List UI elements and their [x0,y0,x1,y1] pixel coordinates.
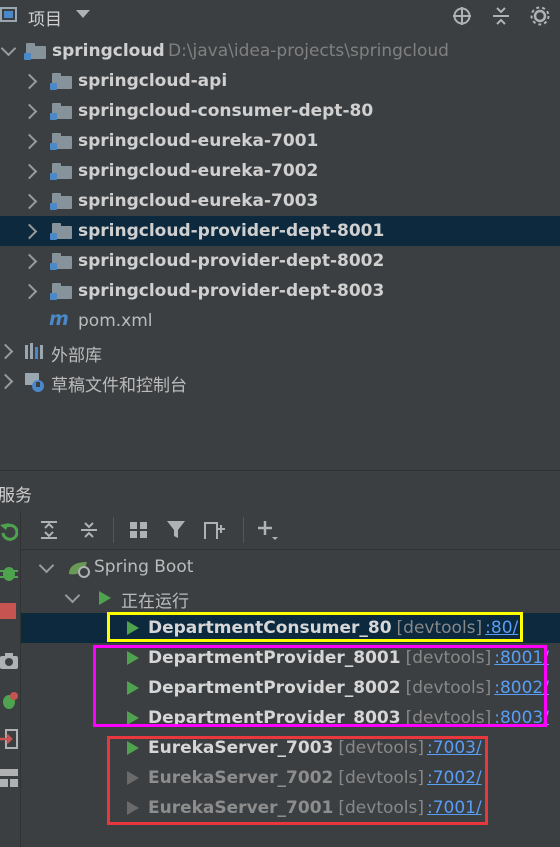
tree-external-libraries[interactable]: 外部库 [0,336,560,366]
spring-boot-node[interactable]: Spring Boot [21,553,560,583]
module-folder-icon [24,43,46,60]
toolbar-separator [113,517,114,543]
chevron-right-icon[interactable] [0,373,14,390]
spring-boot-icon [67,560,91,578]
tree-file-pom[interactable]: m pom.xml [0,306,560,336]
tree-module-selected[interactable]: springcloud-provider-dept-8001 [0,216,560,246]
module-folder-icon [50,73,72,90]
services-title: 服务 [0,486,32,506]
project-header: 项目 [0,0,560,32]
chevron-right-icon[interactable] [21,283,38,300]
module-label: springcloud-eureka-7001 [78,131,319,151]
tree-module[interactable]: springcloud-provider-dept-8003 [0,276,560,306]
tree-root-springcloud[interactable]: springcloud D:\java\idea-projects\spring… [0,36,560,66]
provider-highlight-box [93,645,547,727]
tree-scratches[interactable]: 草稿文件和控制台 [0,366,560,396]
tree-module[interactable]: springcloud-provider-dept-8002 [0,246,560,276]
file-label: pom.xml [78,311,153,331]
library-label: 外部库 [51,346,102,366]
attach-icon[interactable] [0,729,18,749]
chevron-right-icon[interactable] [21,163,38,180]
module-folder-icon [50,223,72,240]
run-icon [99,591,111,605]
module-label: springcloud-consumer-dept-80 [78,101,374,121]
module-folder-icon [50,163,72,180]
scratches-label: 草稿文件和控制台 [51,376,187,396]
scratches-icon [24,371,46,393]
gear-icon[interactable] [530,6,550,26]
module-label: springcloud-provider-dept-8001 [78,221,385,241]
chevron-right-icon[interactable] [21,133,38,150]
module-label: springcloud-provider-dept-8003 [78,281,385,301]
new-tab-icon[interactable] [203,519,227,541]
add-service-icon[interactable] [257,519,279,541]
root-name: springcloud [52,41,165,61]
tree-module[interactable]: springcloud-eureka-7001 [0,126,560,156]
services-tree-panel: Spring Boot 正在运行 DepartmentConsumer_80 [d… [21,511,560,847]
group-by-icon[interactable] [129,520,149,540]
chevron-down-icon[interactable] [76,10,90,18]
stop-icon[interactable] [0,603,16,619]
eureka-highlight-box [107,736,488,825]
chevron-right-icon[interactable] [21,223,38,240]
module-folder-icon [50,193,72,210]
running-node[interactable]: 正在运行 [21,583,560,613]
tree-module[interactable]: springcloud-eureka-7002 [0,156,560,186]
module-label: springcloud-api [78,71,228,91]
library-icon [24,343,44,359]
project-title[interactable]: 项目 [28,5,62,30]
maven-icon: m [49,308,69,330]
rerun-icon[interactable] [0,523,19,543]
filter-icon[interactable] [166,520,188,540]
toolbar-separator [243,517,244,543]
consumer-highlight-box [107,612,523,642]
spring-boot-label: Spring Boot [94,557,194,577]
tree-module[interactable]: springcloud-api [0,66,560,96]
chevron-right-icon[interactable] [21,103,38,120]
chevron-right-icon[interactable] [0,343,14,360]
root-path: D:\java\idea-projects\springcloud [168,41,449,61]
layout-icon[interactable] [0,769,18,787]
module-folder-icon [50,253,72,270]
module-folder-icon [50,283,72,300]
module-folder-icon [50,103,72,120]
debug-icon[interactable] [0,563,18,583]
services-toolbar [21,511,560,550]
expand-all-icon[interactable] [39,520,59,540]
chevron-right-icon[interactable] [21,193,38,210]
project-view-icon [0,7,17,22]
project-panel: 项目 springcloud D:\java\idea-projects\spr… [0,0,560,470]
module-label: springcloud-eureka-7003 [78,191,319,211]
tree-module[interactable]: springcloud-consumer-dept-80 [0,96,560,126]
collapse-all-icon[interactable] [491,6,511,26]
running-label: 正在运行 [121,592,189,612]
services-left-toolbar [0,511,21,847]
module-label: springcloud-eureka-7002 [78,161,319,181]
services-header: 服务 [0,471,560,511]
module-folder-icon [50,133,72,150]
chevron-down-icon[interactable] [0,40,17,57]
chevron-right-icon[interactable] [21,253,38,270]
chevron-right-icon[interactable] [21,73,38,90]
camera-icon[interactable] [0,653,18,669]
tree-module[interactable]: springcloud-eureka-7003 [0,186,560,216]
collapse-all-icon[interactable] [79,520,99,540]
debug-settings-icon[interactable] [0,691,18,711]
locate-icon[interactable] [452,6,472,26]
chevron-down-icon[interactable] [38,557,55,574]
module-label: springcloud-provider-dept-8002 [78,251,385,271]
chevron-down-icon[interactable] [64,587,81,604]
